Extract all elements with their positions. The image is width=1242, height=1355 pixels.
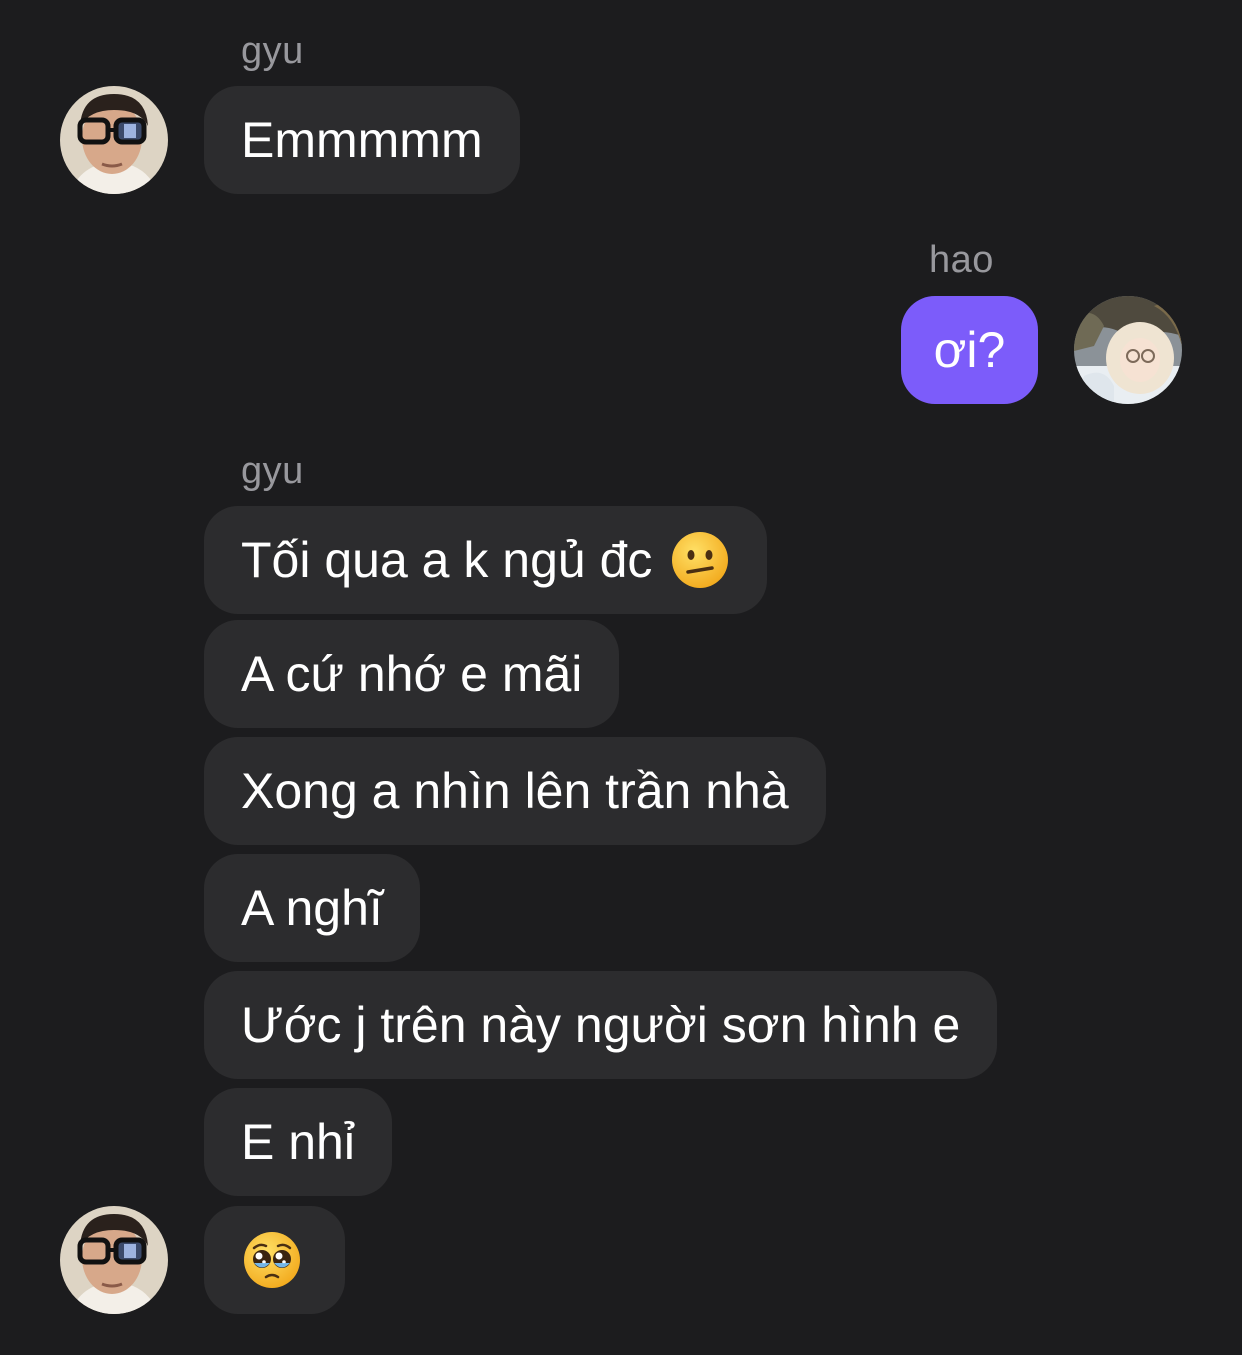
message-bubble-incoming[interactable]: Tối qua a k ngủ đc	[204, 506, 768, 614]
message-bubble-incoming[interactable]	[204, 1206, 345, 1314]
pleading-face-emoji-icon	[242, 1230, 302, 1290]
message-text: A cứ nhớ e mãi	[241, 646, 583, 702]
avatar-gyu[interactable]	[60, 86, 168, 194]
person-avatar-icon	[1074, 296, 1182, 404]
neutral-face-emoji-icon	[670, 530, 730, 590]
message-text: ơi?	[933, 322, 1006, 378]
message-text: E nhỉ	[241, 1114, 355, 1170]
message-bubble-incoming[interactable]: A cứ nhớ e mãi	[204, 620, 620, 728]
message-bubble-incoming[interactable]: Xong a nhìn lên trần nhà	[204, 737, 826, 845]
message-bubble-incoming[interactable]: A nghĩ	[204, 854, 420, 962]
sender-name-gyu: gyu	[241, 30, 304, 72]
message-text: Tối qua a k ngủ đc	[241, 532, 653, 588]
message-bubble-incoming[interactable]: E nhỉ	[204, 1088, 392, 1196]
message-bubble-outgoing[interactable]: ơi?	[901, 296, 1038, 404]
message-text: A nghĩ	[241, 880, 383, 936]
message-text: Emmmmm	[241, 112, 483, 168]
message-bubble-incoming[interactable]: Emmmmm	[204, 86, 520, 194]
person-avatar-icon	[60, 86, 168, 194]
person-avatar-icon	[60, 1206, 168, 1314]
message-text: Xong a nhìn lên trần nhà	[241, 763, 789, 819]
sender-name-hao: hao	[929, 239, 994, 281]
message-bubble-incoming[interactable]: Ước j trên này người sơn hình e	[204, 971, 998, 1079]
avatar-gyu[interactable]	[60, 1206, 168, 1314]
avatar-hao[interactable]	[1074, 296, 1182, 404]
sender-name-gyu: gyu	[241, 450, 304, 492]
message-text: Ước j trên này người sơn hình e	[241, 997, 961, 1053]
